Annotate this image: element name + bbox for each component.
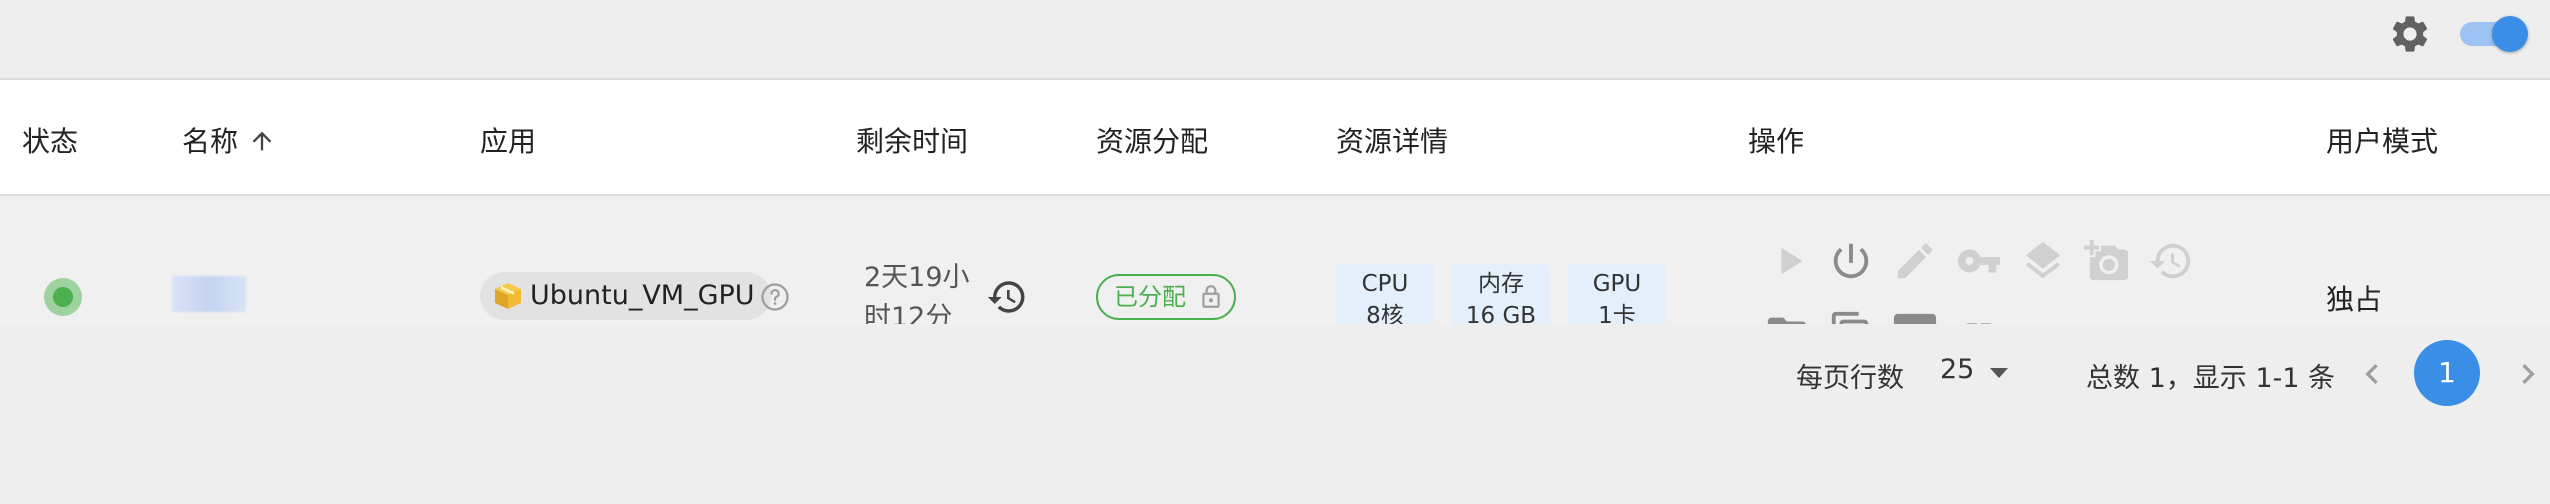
key-icon[interactable] <box>1956 238 2002 284</box>
package-icon <box>495 283 521 309</box>
power-icon[interactable] <box>1828 238 1874 284</box>
allocation-badge: 已分配 <box>1096 274 1236 320</box>
layers-icon[interactable] <box>2020 238 2066 284</box>
chevron-left-icon[interactable] <box>2352 354 2392 394</box>
pagination-summary: 总数 1，显示 1-1 条 <box>2086 363 2336 394</box>
history-icon[interactable] <box>2148 238 2194 284</box>
gear-icon[interactable] <box>2388 12 2432 56</box>
instance-name[interactable] <box>172 276 246 312</box>
top-bar <box>0 0 2550 78</box>
rows-per-page-label: 每页行数 <box>1796 363 1904 394</box>
column-name[interactable]: 名称 <box>182 120 276 160</box>
rows-per-page-value: 25 <box>1940 354 1975 385</box>
column-name-label: 名称 <box>182 125 239 158</box>
resource-label: CPU <box>1361 271 1409 297</box>
sort-ascending-icon[interactable] <box>248 127 276 155</box>
settings-toggle[interactable] <box>2456 14 2530 52</box>
resource-label: GPU <box>1592 271 1642 297</box>
column-app: 应用 <box>480 125 537 158</box>
extend-time-icon[interactable] <box>986 276 1028 318</box>
snapshot-camera-icon[interactable] <box>2084 238 2130 284</box>
edit-icon[interactable] <box>1892 238 1938 284</box>
allocation-label: 已分配 <box>1114 283 1186 311</box>
user-mode: 独占 <box>2326 283 2383 316</box>
toggle-knob <box>2492 16 2528 52</box>
table-header: 状态 名称 应用 剩余时间 资源分配 资源详情 操作 用户模式 <box>0 78 2550 196</box>
resource-label: 内存 <box>1478 271 1524 297</box>
status-indicator <box>44 278 82 316</box>
column-allocation: 资源分配 <box>1096 125 1209 158</box>
rows-per-page-select[interactable]: 25 <box>1940 354 2020 394</box>
chevron-down-icon <box>1990 368 2008 378</box>
play-icon[interactable] <box>1766 238 1812 284</box>
column-resource-details: 资源详情 <box>1336 125 1449 158</box>
chevron-right-icon[interactable] <box>2508 354 2548 394</box>
help-icon[interactable] <box>760 282 790 312</box>
pagination-bar: 每页行数 25 总数 1，显示 1-1 条 1 <box>0 324 2550 426</box>
column-remaining-time: 剩余时间 <box>856 125 969 158</box>
column-user-mode: 用户模式 <box>2326 125 2439 158</box>
app-chip[interactable]: Ubuntu_VM_GPU <box>480 272 771 320</box>
app-name: Ubuntu_VM_GPU <box>530 280 755 311</box>
lock-icon <box>1202 285 1220 308</box>
column-status: 状态 <box>22 125 79 158</box>
column-actions: 操作 <box>1748 125 1805 158</box>
page-button-current[interactable]: 1 <box>2414 340 2480 406</box>
